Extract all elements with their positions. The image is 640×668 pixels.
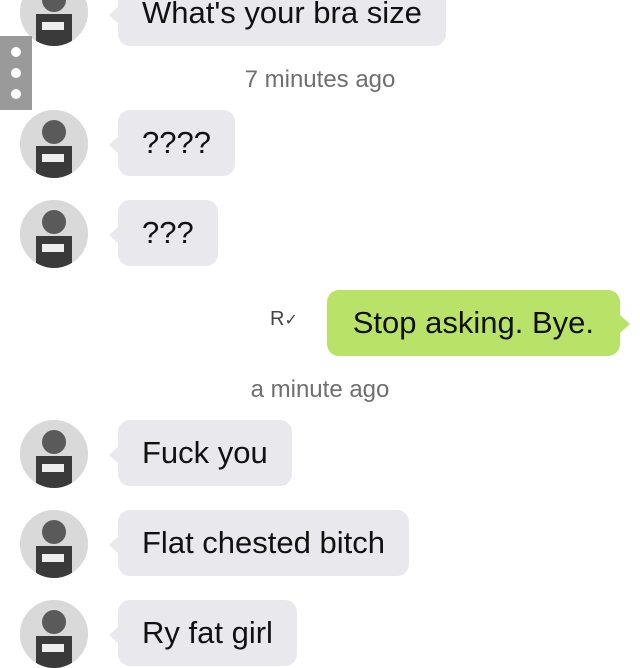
avatar[interactable] [20, 200, 88, 268]
message-bubble[interactable]: Flat chested bitch [109, 510, 409, 576]
sent-message-bubble[interactable]: Stop asking. Bye. [326, 290, 631, 356]
read-receipt-icon: R✓ [270, 308, 298, 330]
chat-thread: What's your bra size 7 minutes ago ???? … [0, 0, 640, 668]
timestamp: 7 minutes ago [244, 66, 396, 93]
avatar[interactable] [20, 420, 88, 488]
message-bubble[interactable]: Fuck you [109, 420, 292, 486]
avatar[interactable] [20, 110, 88, 178]
message-bubble[interactable]: ???? [109, 110, 235, 176]
more-vertical-icon[interactable] [0, 36, 32, 110]
avatar[interactable] [20, 600, 88, 668]
avatar[interactable] [20, 510, 88, 578]
message-bubble[interactable]: What's your bra size [109, 0, 446, 46]
read-receipt-label: R [270, 308, 285, 330]
message-bubble[interactable]: Ry fat girl [109, 600, 297, 666]
message-bubble[interactable]: ??? [109, 200, 218, 266]
timestamp: a minute ago [250, 376, 390, 403]
